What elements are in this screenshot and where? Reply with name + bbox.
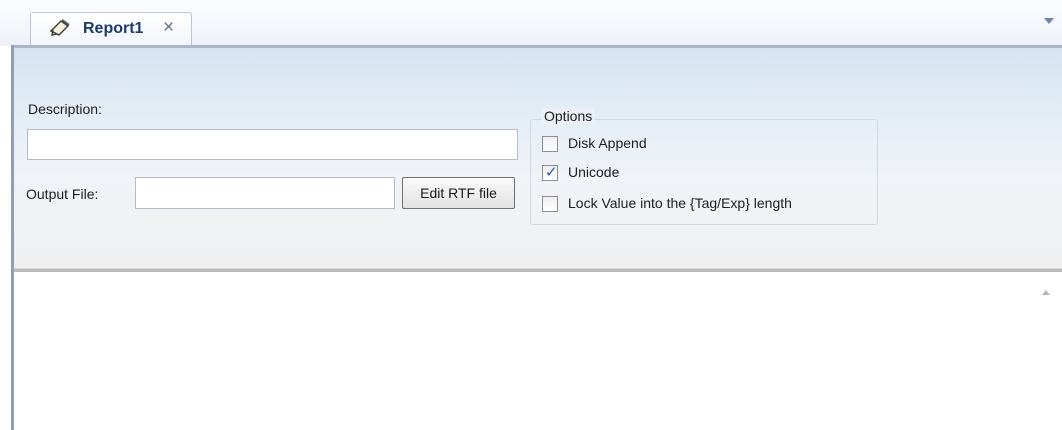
report-pen-icon (48, 18, 72, 38)
chevron-down-icon[interactable] (1044, 18, 1054, 24)
checkbox-label: Disk Append (568, 135, 647, 151)
checkbox-label: Lock Value into the {Tag/Exp} length (568, 195, 792, 211)
report-editor-area[interactable] (14, 272, 1062, 430)
checkmark-icon: ✓ (545, 164, 558, 181)
close-icon[interactable]: × (163, 18, 174, 38)
tab-report1[interactable]: Report1 × (30, 12, 192, 45)
checkbox-box[interactable] (542, 196, 558, 212)
checkbox-label: Unicode (568, 164, 620, 180)
checkbox-box[interactable]: ✓ (542, 164, 558, 181)
options-title: Options (541, 108, 596, 124)
description-label: Description: (28, 101, 102, 117)
output-file-label: Output File: (26, 186, 99, 202)
tab-strip: Report1 × (0, 0, 1062, 46)
edit-rtf-file-button[interactable]: Edit RTF file (402, 177, 515, 209)
scroll-up-arrow-icon[interactable] (1042, 290, 1050, 295)
tab-label: Report1 (83, 20, 144, 37)
description-input[interactable] (27, 129, 518, 160)
checkbox-box[interactable] (542, 136, 558, 152)
output-file-input[interactable] (135, 177, 395, 209)
